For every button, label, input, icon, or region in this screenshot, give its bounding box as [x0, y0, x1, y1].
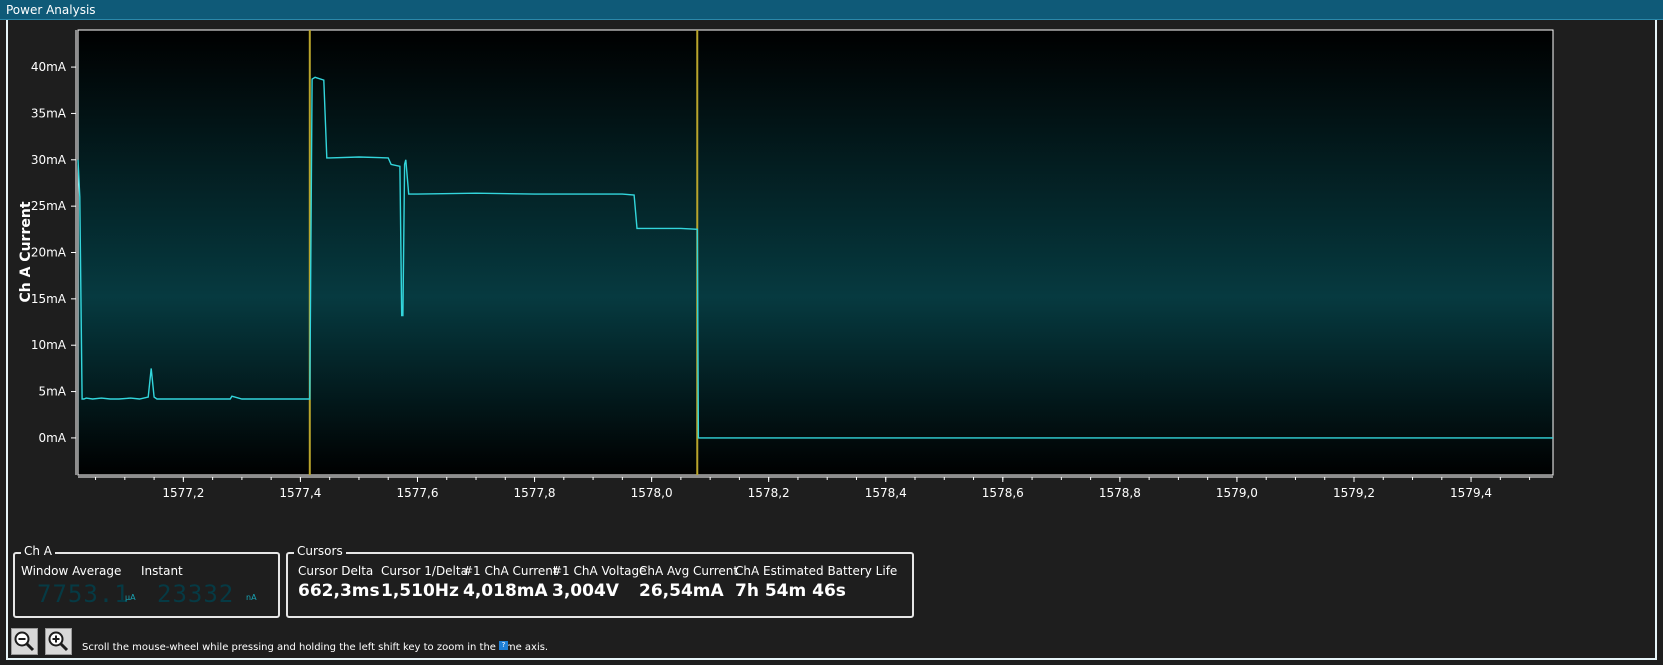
x-tick-label: 1577,6 [396, 486, 438, 500]
x-tick-label: 1578,0 [631, 486, 673, 500]
x-tick-label: 1577,8 [514, 486, 556, 500]
chart-svg[interactable]: 0mA 5mA 10mA 15mA 20mA 25mA 30mA 35mA 40mA 1577,… [8, 22, 1655, 510]
cursor-delta-label: Cursor Delta [298, 564, 374, 578]
cha-current-label: #1 ChA Current [463, 564, 558, 578]
y-tick-label: 30mA [31, 153, 67, 167]
zoom-hint-text: Scroll the mouse-wheel while pressing an… [82, 642, 549, 653]
cha-avg-current-value: 26,54mA [639, 581, 724, 601]
instant-label: Instant [141, 564, 183, 578]
cursor-delta-value: 662,3ms [298, 581, 380, 601]
y-axis-label: Ch A Current [18, 201, 34, 302]
x-tick-label: 1579,0 [1216, 486, 1258, 500]
y-tick-label: 20mA [31, 246, 67, 260]
cha-current-value: 4,018mA [463, 581, 548, 601]
y-tick-label: 35mA [31, 106, 67, 120]
y-tick-label: 5mA [38, 385, 66, 399]
y-tick-label: 40mA [31, 60, 67, 74]
zoom-out-icon [14, 631, 35, 652]
x-tick-label: 1579,2 [1333, 486, 1375, 500]
current-chart[interactable]: 0mA 5mA 10mA 15mA 20mA 25mA 30mA 35mA 40mA 1577,… [8, 22, 1655, 510]
y-axis: 0mA 5mA 10mA 15mA 20mA 25mA 30mA 35mA 40mA [31, 30, 77, 475]
y-tick-label: 15mA [31, 292, 67, 306]
x-tick-label: 1578,2 [748, 486, 790, 500]
cursor-inverse-delta-value: 1,510Hz [381, 581, 459, 601]
x-axis: 1577,2 1577,4 1577,6 1577,8 1578,0 1578,2 1578… [78, 476, 1553, 500]
x-tick-label: 1578,6 [982, 486, 1024, 500]
battery-life-value: 7h 54m 46s [735, 581, 846, 601]
window-average-unit: µA [125, 593, 136, 602]
battery-life-label: ChA Estimated Battery Life [735, 564, 898, 578]
plot-background [77, 29, 1554, 476]
zoom-in-button[interactable] [45, 628, 72, 655]
y-tick-label: 0mA [38, 431, 66, 445]
x-tick-label: 1579,4 [1450, 486, 1492, 500]
x-tick-label: 1577,4 [279, 486, 321, 500]
cha-voltage-value: 3,004V [552, 581, 619, 601]
x-tick-label: 1578,4 [865, 486, 907, 500]
window-average-display: 7753.1 [37, 580, 130, 608]
window-title: Power Analysis [6, 3, 96, 17]
window-average-label: Window Average [21, 564, 122, 578]
y-tick-label: 25mA [31, 199, 67, 213]
zoom-out-button[interactable] [11, 628, 38, 655]
cursors-group-title: Cursors [294, 544, 346, 558]
y-tick-label: 10mA [31, 338, 67, 352]
cha-voltage-label: #1 ChA Voltage [552, 564, 647, 578]
instant-unit: nA [246, 593, 257, 602]
window-titlebar: Power Analysis [0, 0, 1663, 20]
cha-group: Ch A Window Average Instant 7753.1 µA 23… [13, 544, 280, 618]
cursors-group: Cursors Cursor Delta 662,3ms Cursor 1/De… [286, 544, 914, 618]
zoom-in-icon [48, 631, 69, 652]
instant-display: 23332 [157, 580, 235, 608]
cursor-inverse-delta-label: Cursor 1/Delta [381, 564, 468, 578]
x-tick-label: 1577,2 [162, 486, 204, 500]
cha-avg-current-label: ChA Avg Current [639, 564, 739, 578]
x-tick-label: 1578,8 [1099, 486, 1141, 500]
cha-group-title: Ch A [21, 544, 56, 558]
help-icon[interactable]: ? [499, 641, 508, 650]
